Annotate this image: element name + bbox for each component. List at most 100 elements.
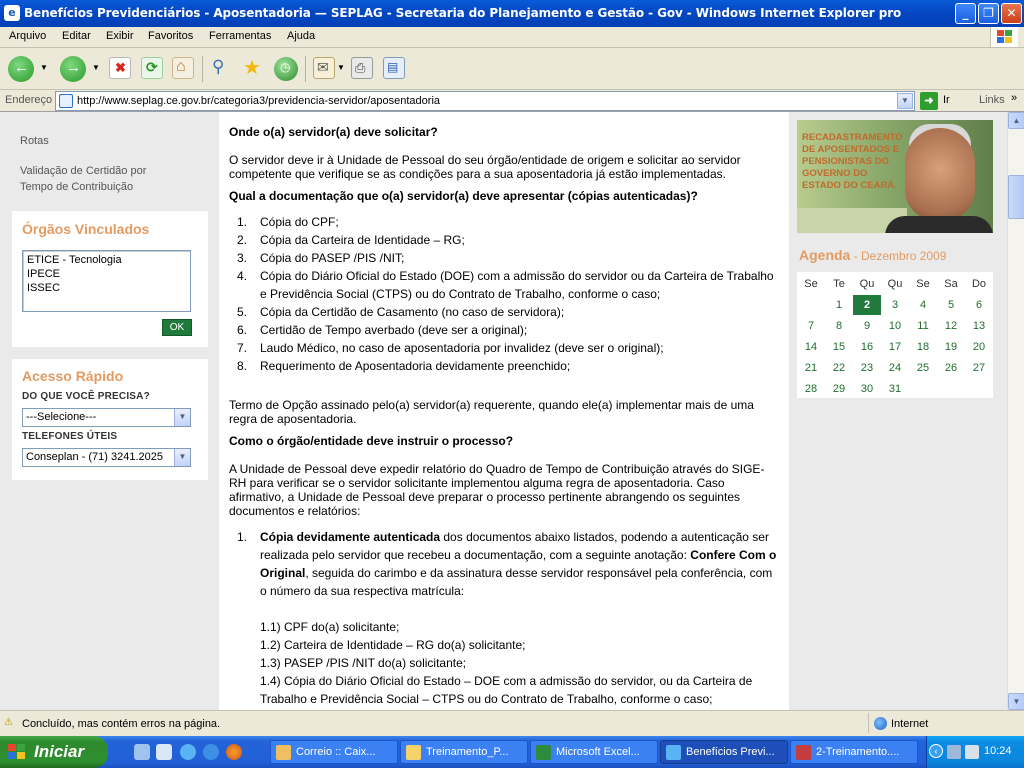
recadastramento-banner[interactable]: RECADASTRAMENTO DE APOSENTADOS E PENSION… (797, 120, 993, 233)
calendar-day[interactable]: 15 (825, 337, 853, 357)
calendar-day[interactable]: 9 (853, 316, 881, 336)
calendar-day[interactable]: 22 (825, 358, 853, 378)
menu-ajuda[interactable]: Ajuda (287, 30, 315, 42)
calendar-day[interactable]: 11 (909, 316, 937, 336)
home-icon[interactable]: ⌂ (172, 57, 194, 79)
vertical-scrollbar[interactable]: ▲ ▼ (1007, 112, 1024, 710)
calendar-day[interactable]: 27 (965, 358, 993, 378)
volume-icon[interactable] (965, 745, 979, 759)
calendar-day[interactable]: 6 (965, 295, 993, 315)
calendar-day[interactable]: 14 (797, 337, 825, 357)
network-icon[interactable] (947, 745, 961, 759)
task-correio[interactable]: Correio :: Caix... (270, 740, 398, 764)
taskbar: Iniciar Correio :: Caix... Treinamento_P… (0, 736, 1024, 768)
maximize-button[interactable]: ❐ (978, 3, 999, 24)
address-input[interactable]: http://www.seplag.ce.gov.br/categoria3/p… (55, 91, 915, 111)
refresh-icon[interactable]: ⟳ (141, 57, 163, 79)
item-text: Certidão de Tempo averbado (deve ser a o… (260, 323, 528, 337)
calendar-day[interactable]: 25 (909, 358, 937, 378)
ie-quicklaunch-icon[interactable] (180, 744, 196, 760)
close-button[interactable]: ✕ (1001, 3, 1022, 24)
calendar-day[interactable]: 10 (881, 316, 909, 336)
scroll-down-icon[interactable]: ▼ (1008, 693, 1024, 710)
window-title: Benefícios Previdenciários - Aposentador… (24, 6, 902, 20)
sidebar-link-validacao[interactable]: Validação de Certidão por Tempo de Contr… (20, 163, 160, 195)
start-button[interactable]: Iniciar (0, 736, 108, 768)
search-icon[interactable]: ⚲ (210, 57, 232, 79)
show-desktop-icon[interactable] (134, 744, 150, 760)
links-button[interactable]: Links (979, 94, 1005, 106)
calendar-day[interactable]: 29 (825, 379, 853, 399)
item-text: Cópia do Diário Oficial do Estado (DOE) … (260, 269, 774, 301)
calendar-day[interactable]: 5 (937, 295, 965, 315)
orgaos-listbox[interactable]: ETICE - Tecnologia IPECE ISSEC (22, 250, 191, 312)
go-arrow-icon[interactable]: ➜ (920, 92, 938, 110)
scroll-up-icon[interactable]: ▲ (1008, 112, 1024, 129)
list-item[interactable]: ETICE - Tecnologia (27, 253, 186, 267)
print-icon[interactable]: ⎙ (351, 57, 373, 79)
calendar-day[interactable]: 3 (881, 295, 909, 315)
task-treinamento-2[interactable]: 2-Treinamento.... (790, 740, 918, 764)
calendar-day[interactable]: 26 (937, 358, 965, 378)
forward-icon[interactable]: → (60, 56, 86, 82)
calendar-day[interactable]: 1 (825, 295, 853, 315)
task-treinamento[interactable]: Treinamento_P... (400, 740, 528, 764)
scroll-thumb[interactable] (1008, 175, 1024, 219)
task-beneficios[interactable]: Benefícios Previ... (660, 740, 788, 764)
back-icon[interactable]: ← (8, 56, 34, 82)
list-item[interactable]: ISSEC (27, 281, 186, 295)
security-zone[interactable]: Internet (868, 713, 1018, 733)
calendar-day[interactable]: 28 (797, 379, 825, 399)
calendar-day[interactable]: 23 (853, 358, 881, 378)
edit-icon[interactable]: ▤ (383, 57, 405, 79)
history-icon[interactable]: ◷ (274, 57, 298, 81)
phones-select[interactable]: Conseplan - (71) 3241.2025 ▼ (22, 448, 191, 467)
ie-quicklaunch-icon[interactable] (203, 744, 219, 760)
task-excel[interactable]: Microsoft Excel... (530, 740, 658, 764)
calendar-day-today[interactable]: 2 (853, 295, 881, 315)
calendar-day[interactable]: 18 (909, 337, 937, 357)
chevron-right-icon[interactable]: » (1011, 92, 1017, 104)
menu-favoritos[interactable]: Favoritos (148, 30, 193, 42)
dropdown-icon[interactable]: ▼ (92, 63, 100, 72)
minimize-button[interactable]: _ (955, 3, 976, 24)
chevron-down-icon[interactable]: ▼ (897, 93, 913, 109)
warning-icon[interactable]: ⚠ (4, 717, 16, 728)
agenda-title: Agenda - Dezembro 2009 (799, 247, 946, 263)
calendar-day[interactable]: 31 (881, 379, 909, 399)
calendar-day[interactable]: 4 (909, 295, 937, 315)
calendar-day[interactable]: 20 (965, 337, 993, 357)
calendar-day[interactable]: 16 (853, 337, 881, 357)
calendar-day[interactable]: 12 (937, 316, 965, 336)
dropdown-icon[interactable]: ▼ (40, 63, 48, 72)
menu-editar[interactable]: Editar (62, 30, 91, 42)
quicklaunch-icon[interactable] (156, 744, 172, 760)
calendar-day[interactable]: 30 (853, 379, 881, 399)
chevron-left-icon[interactable]: ‹ (929, 744, 943, 758)
calendar-day[interactable]: 13 (965, 316, 993, 336)
mail-icon[interactable]: ✉ (313, 57, 335, 79)
menu-ferramentas[interactable]: Ferramentas (209, 30, 271, 42)
needs-select[interactable]: ---Selecione--- ▼ (22, 408, 191, 427)
calendar-day[interactable]: 21 (797, 358, 825, 378)
firefox-icon[interactable] (226, 744, 242, 760)
go-button[interactable]: Ir (943, 94, 950, 106)
menu-exibir[interactable]: Exibir (106, 30, 134, 42)
ok-button[interactable]: OK (162, 319, 192, 336)
chevron-down-icon[interactable]: ▼ (174, 449, 190, 466)
calendar-day[interactable]: 19 (937, 337, 965, 357)
calendar-day[interactable]: 24 (881, 358, 909, 378)
url-text[interactable]: http://www.seplag.ce.gov.br/categoria3/p… (77, 95, 440, 107)
stop-icon[interactable]: ✖ (109, 57, 131, 79)
list-item[interactable]: IPECE (27, 267, 186, 281)
item-text: Laudo Médico, no caso de aposentadoria p… (260, 341, 664, 355)
calendar-day[interactable]: 7 (797, 316, 825, 336)
calendar-day[interactable]: 17 (881, 337, 909, 357)
calendar-day[interactable]: 8 (825, 316, 853, 336)
paragraph-onde: O servidor deve ir à Unidade de Pessoal … (229, 153, 741, 181)
dropdown-icon[interactable]: ▼ (337, 63, 345, 72)
menu-arquivo[interactable]: Arquivo (9, 30, 46, 42)
sidebar-link-rotas[interactable]: Rotas (20, 133, 49, 149)
chevron-down-icon[interactable]: ▼ (174, 409, 190, 426)
favorites-star-icon[interactable]: ★ (242, 57, 264, 79)
